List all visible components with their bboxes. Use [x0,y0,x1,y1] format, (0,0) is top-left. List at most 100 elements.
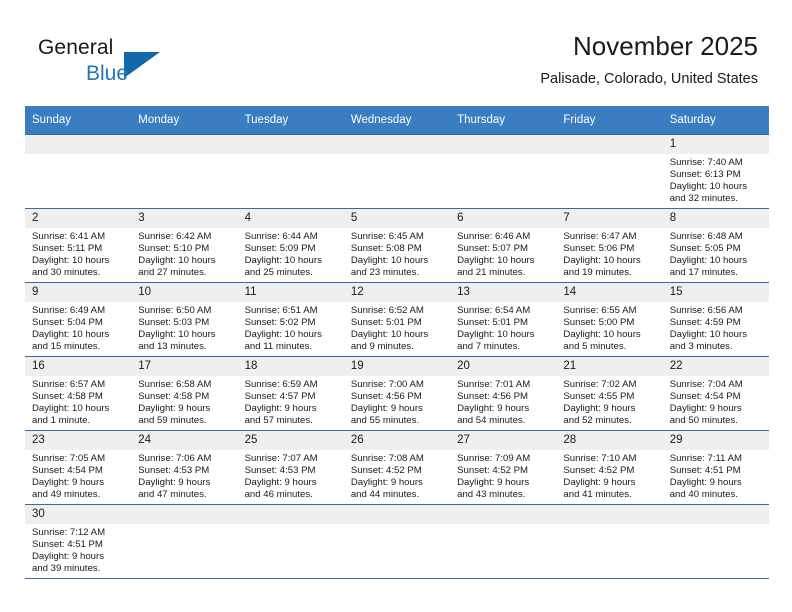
daylight-text-line2: and 9 minutes. [350,341,414,353]
day-number: 22 [662,357,769,376]
day-details: Sunrise: 7:07 AM Sunset: 4:53 PM Daylight:… [238,450,344,501]
calendar-day-cell[interactable]: 13 Sunrise: 6:54 AM Sunset: 5:01 PM Dayligh… [450,282,557,357]
daylight-text-line2: and 39 minutes. [32,563,101,575]
calendar-day-cell[interactable]: 10 Sunrise: 6:50 AM Sunset: 5:03 PM Dayligh… [131,282,238,357]
calendar-day-cell[interactable]: 17 Sunrise: 6:58 AM Sunset: 4:58 PM Dayligh… [131,356,238,431]
day-number: 2 [25,209,132,228]
daylight-text-line2: and 52 minutes. [563,415,632,427]
weekday-header-friday: Friday [556,106,663,135]
daylight-text-line1: Daylight: 10 hours [32,403,110,415]
calendar-day-cell[interactable]: 6 Sunrise: 6:46 AM Sunset: 5:07 PM Daylight… [450,208,557,283]
day-details: Sunrise: 6:50 AM Sunset: 5:03 PM Daylight:… [131,302,237,353]
day-number: 1 [662,135,769,154]
location-subtitle: Palisade, Colorado, United States [540,71,758,87]
calendar-day-cell-empty [131,134,238,209]
daylight-text-line1: Daylight: 9 hours [244,403,317,415]
calendar-grid: Sunday Monday Tuesday Wednesday Thursday… [25,106,769,579]
calendar-day-cell[interactable]: 28 Sunrise: 7:10 AM Sunset: 4:52 PM Dayligh… [556,430,663,505]
daylight-text-line2: and 1 minute. [32,415,91,427]
day-details: Sunrise: 6:57 AM Sunset: 4:58 PM Daylight:… [25,376,131,427]
day-details: Sunrise: 6:49 AM Sunset: 5:04 PM Daylight:… [25,302,131,353]
day-number [556,505,663,524]
day-number: 28 [556,431,663,450]
day-details: Sunrise: 7:00 AM Sunset: 4:56 PM Daylight:… [344,376,450,427]
calendar-day-cell[interactable]: 27 Sunrise: 7:09 AM Sunset: 4:52 PM Dayligh… [450,430,557,505]
calendar-day-cell[interactable]: 15 Sunrise: 6:56 AM Sunset: 4:59 PM Dayligh… [662,282,769,357]
calendar-day-cell-empty [450,504,557,579]
daylight-text-line1: Daylight: 10 hours [244,255,322,267]
calendar-day-cell[interactable]: 8 Sunrise: 6:48 AM Sunset: 5:05 PM Daylight… [662,208,769,283]
calendar-day-cell[interactable]: 11 Sunrise: 6:51 AM Sunset: 5:02 PM Dayligh… [237,282,344,357]
general-blue-logo[interactable]: General Blue [38,36,218,94]
sunset-text: Sunset: 5:04 PM [32,317,103,329]
calendar-day-cell[interactable]: 4 Sunrise: 6:44 AM Sunset: 5:09 PM Daylight… [237,208,344,283]
calendar-day-cell-empty [343,134,451,209]
calendar-week-row: 2 Sunrise: 6:41 AM Sunset: 5:11 PM Daylight… [25,208,769,283]
day-number: 3 [131,209,238,228]
calendar-day-cell[interactable]: 30 Sunrise: 7:12 AM Sunset: 4:51 PM Dayligh… [25,504,132,579]
sunset-text: Sunset: 5:09 PM [244,243,316,255]
day-number [25,135,132,154]
brand-name-blue: Blue [86,62,129,85]
sunrise-text: Sunrise: 6:44 AM [244,231,318,242]
calendar-day-cell[interactable]: 25 Sunrise: 7:07 AM Sunset: 4:53 PM Dayligh… [237,430,344,505]
day-details: Sunrise: 6:52 AM Sunset: 5:01 PM Daylight:… [344,302,450,353]
day-number: 20 [450,357,557,376]
sunrise-text: Sunrise: 6:51 AM [244,305,318,316]
daylight-text-line2: and 23 minutes. [350,267,420,279]
calendar-day-cell[interactable]: 24 Sunrise: 7:06 AM Sunset: 4:53 PM Dayligh… [131,430,238,505]
title-block: November 2025 Palisade, Colorado, United… [540,30,758,88]
day-details: Sunrise: 7:10 AM Sunset: 4:52 PM Daylight:… [556,450,662,501]
daylight-text-line1: Daylight: 9 hours [669,403,742,415]
sunrise-text: Sunrise: 6:58 AM [138,379,212,390]
weekday-header-saturday: Saturday [662,106,769,135]
calendar-day-cell[interactable]: 1 Sunrise: 7:40 AM Sunset: 6:13 PM Daylight… [662,134,769,209]
daylight-text-line1: Daylight: 9 hours [138,403,211,415]
sunset-text: Sunset: 4:53 PM [138,465,210,477]
day-number: 18 [237,357,344,376]
daylight-text-line1: Daylight: 9 hours [457,403,530,415]
calendar-day-cell[interactable]: 7 Sunrise: 6:47 AM Sunset: 5:06 PM Daylight… [556,208,663,283]
daylight-text-line1: Daylight: 10 hours [457,329,535,341]
calendar-day-cell[interactable]: 18 Sunrise: 6:59 AM Sunset: 4:57 PM Dayligh… [237,356,344,431]
calendar-day-cell[interactable]: 16 Sunrise: 6:57 AM Sunset: 4:58 PM Dayligh… [25,356,132,431]
weekday-header-thursday: Thursday [450,106,557,135]
sunset-text: Sunset: 4:57 PM [244,391,316,403]
daylight-text-line1: Daylight: 9 hours [138,477,211,489]
day-details: Sunrise: 7:08 AM Sunset: 4:52 PM Daylight:… [344,450,450,501]
day-details: Sunrise: 7:04 AM Sunset: 4:54 PM Daylight:… [663,376,769,427]
calendar-day-cell[interactable]: 3 Sunrise: 6:42 AM Sunset: 5:10 PM Daylight… [131,208,238,283]
daylight-text-line2: and 57 minutes. [244,415,313,427]
calendar-day-cell[interactable]: 26 Sunrise: 7:08 AM Sunset: 4:52 PM Dayligh… [343,430,451,505]
calendar-day-cell[interactable]: 21 Sunrise: 7:02 AM Sunset: 4:55 PM Dayligh… [556,356,663,431]
sunrise-text: Sunrise: 6:52 AM [350,305,424,316]
sunrise-text: Sunrise: 6:56 AM [669,305,743,316]
calendar-day-cell[interactable]: 19 Sunrise: 7:00 AM Sunset: 4:56 PM Dayligh… [343,356,451,431]
calendar-day-cell[interactable]: 2 Sunrise: 6:41 AM Sunset: 5:11 PM Daylight… [25,208,132,283]
calendar-day-cell[interactable]: 23 Sunrise: 7:05 AM Sunset: 4:54 PM Dayligh… [25,430,132,505]
calendar-day-cell[interactable]: 20 Sunrise: 7:01 AM Sunset: 4:56 PM Dayligh… [450,356,557,431]
day-details: Sunrise: 6:45 AM Sunset: 5:08 PM Daylight:… [344,228,450,279]
sunset-text: Sunset: 5:08 PM [350,243,422,255]
sunrise-text: Sunrise: 6:45 AM [350,231,424,242]
daylight-text-line1: Daylight: 10 hours [32,329,110,341]
day-number: 19 [343,357,451,376]
sunrise-text: Sunrise: 6:46 AM [457,231,531,242]
day-details: Sunrise: 7:09 AM Sunset: 4:52 PM Daylight:… [450,450,556,501]
daylight-text-line2: and 17 minutes. [669,267,738,279]
daylight-text-line1: Daylight: 10 hours [138,329,216,341]
daylight-text-line2: and 21 minutes. [457,267,526,279]
daylight-text-line2: and 25 minutes. [244,267,313,279]
calendar-day-cell[interactable]: 22 Sunrise: 7:04 AM Sunset: 4:54 PM Dayligh… [662,356,769,431]
day-number: 16 [25,357,132,376]
daylight-text-line2: and 3 minutes. [669,341,733,353]
page-header: General Blue November 2025 Palisade, Col… [0,30,792,98]
day-details: Sunrise: 6:42 AM Sunset: 5:10 PM Daylight:… [131,228,237,279]
calendar-day-cell[interactable]: 12 Sunrise: 6:52 AM Sunset: 5:01 PM Dayligh… [343,282,451,357]
calendar-day-cell[interactable]: 9 Sunrise: 6:49 AM Sunset: 5:04 PM Daylight… [25,282,132,357]
calendar-day-cell[interactable]: 5 Sunrise: 6:45 AM Sunset: 5:08 PM Daylight… [343,208,451,283]
calendar-day-cell[interactable]: 29 Sunrise: 7:11 AM Sunset: 4:51 PM Dayligh… [662,430,769,505]
daylight-text-line1: Daylight: 9 hours [669,477,742,489]
daylight-text-line1: Daylight: 9 hours [32,551,104,563]
calendar-day-cell[interactable]: 14 Sunrise: 6:55 AM Sunset: 5:00 PM Dayligh… [556,282,663,357]
